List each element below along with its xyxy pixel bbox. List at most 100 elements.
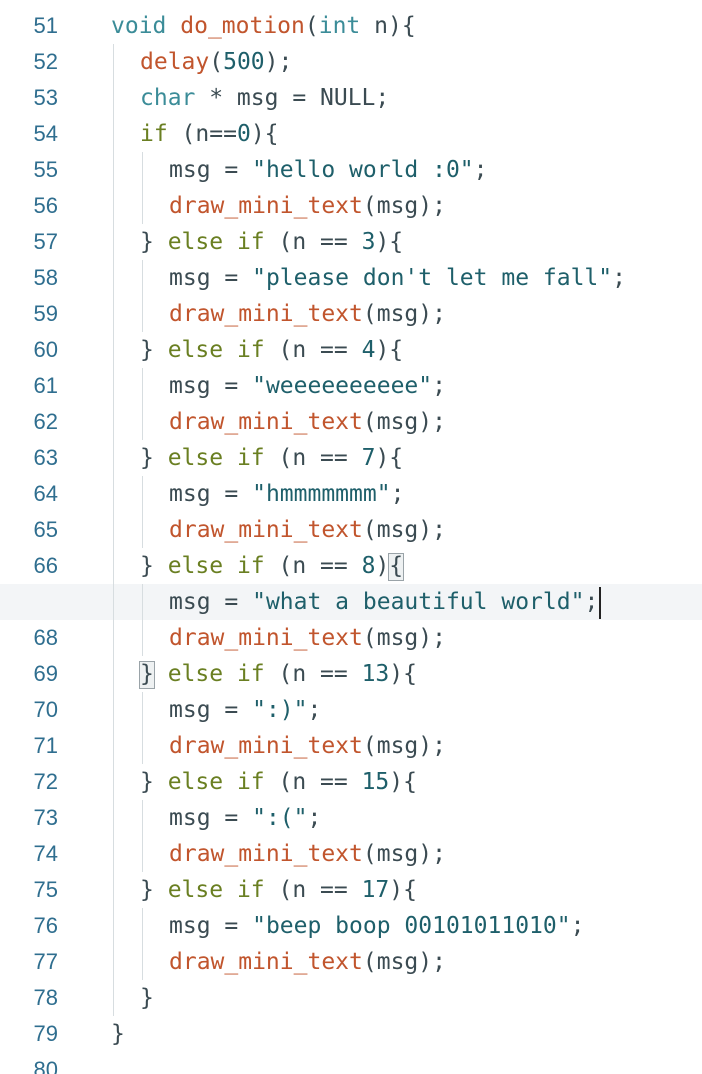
code-line[interactable]: msg = "please don't let me fall"; — [0, 260, 702, 296]
code-line[interactable]: msg = "hmmmmmmm"; — [0, 476, 702, 512]
code-line[interactable]: void do_motion(int n){ — [0, 8, 702, 44]
code-line[interactable]: delay(500); — [0, 44, 702, 80]
code-token: } — [111, 1021, 125, 1047]
code-token: msg = — [169, 697, 253, 723]
code-line-text: } else if (n == 15){ — [140, 764, 417, 800]
code-token: draw_mini_text — [169, 409, 363, 435]
code-token: ){ — [375, 553, 404, 579]
code-line-text: } else if (n == 13){ — [140, 656, 417, 692]
code-token: ){ — [375, 337, 404, 363]
code-token: delay — [140, 49, 210, 75]
code-token: } — [140, 337, 168, 363]
code-line[interactable]: draw_mini_text(msg); — [0, 836, 702, 872]
code-line[interactable]: } else if (n == 13){ — [0, 656, 702, 692]
code-line[interactable]: } else if (n == 15){ — [0, 764, 702, 800]
code-line[interactable]: draw_mini_text(msg); — [0, 728, 702, 764]
code-line[interactable]: } — [0, 1016, 702, 1052]
code-token: else if — [167, 553, 265, 579]
code-token: (n == — [264, 553, 362, 579]
code-line-text: delay(500); — [140, 44, 292, 80]
code-line-text: msg = "weeeeeeeeee"; — [169, 368, 446, 404]
code-line[interactable]: } else if (n == 17){ — [0, 872, 702, 908]
code-line[interactable]: draw_mini_text(msg); — [0, 620, 702, 656]
code-line-text: void do_motion(int n){ — [111, 8, 416, 44]
indent-guide — [142, 152, 143, 224]
code-token: (n== — [167, 121, 237, 147]
code-token: ; — [432, 373, 446, 399]
code-token: draw_mini_text — [169, 841, 363, 867]
code-token: msg = — [169, 373, 253, 399]
code-token: draw_mini_text — [169, 301, 363, 327]
code-token: 8 — [361, 553, 376, 579]
code-token: else if — [167, 877, 265, 903]
code-line[interactable]: char * msg = NULL; — [0, 80, 702, 116]
code-line-text: draw_mini_text(msg); — [169, 296, 446, 332]
code-line[interactable]: msg = "weeeeeeeeee"; — [0, 368, 702, 404]
code-token: } — [140, 445, 168, 471]
code-line[interactable]: draw_mini_text(msg); — [0, 188, 702, 224]
code-token: "hello world :0" — [252, 157, 474, 183]
code-line[interactable] — [0, 1052, 702, 1074]
code-token: ){ — [375, 445, 404, 471]
code-token: draw_mini_text — [169, 517, 363, 543]
code-token: ; — [307, 697, 322, 723]
code-token: (n == — [264, 877, 362, 903]
code-token: 4 — [361, 337, 376, 363]
indent-guide — [113, 44, 114, 1016]
code-token: (msg); — [362, 301, 446, 327]
code-token: else if — [167, 445, 265, 471]
code-line[interactable]: } else if (n == 7){ — [0, 440, 702, 476]
code-line[interactable]: } else if (n == 3){ — [0, 224, 702, 260]
code-line[interactable]: draw_mini_text(msg); — [0, 512, 702, 548]
code-area[interactable]: void do_motion(int n){delay(500); char * … — [0, 0, 702, 1074]
code-line[interactable]: draw_mini_text(msg); — [0, 296, 702, 332]
code-token: (msg); — [362, 517, 446, 543]
code-token: 3 — [361, 229, 376, 255]
code-token: msg = — [169, 157, 253, 183]
code-line[interactable]: msg = ":("; — [0, 800, 702, 836]
indent-guide — [142, 692, 143, 764]
code-line-text: } — [111, 1016, 125, 1052]
code-line[interactable]: draw_mini_text(msg); — [0, 404, 702, 440]
code-token: } — [140, 877, 168, 903]
code-token: else if — [167, 661, 265, 687]
text-cursor — [599, 587, 602, 619]
indent-guide — [142, 800, 143, 872]
code-token: ( — [209, 49, 224, 75]
code-token: ":)" — [252, 697, 308, 723]
code-token: 7 — [361, 445, 376, 471]
code-line-text: draw_mini_text(msg); — [169, 404, 446, 440]
code-token: } — [140, 229, 168, 255]
code-editor[interactable]: 5152535455565758596061626364656667686970… — [0, 0, 702, 1074]
code-token: ; — [473, 157, 488, 183]
code-line[interactable]: msg = "beep boop 00101011010"; — [0, 908, 702, 944]
code-line[interactable]: } else if (n == 8){ — [0, 548, 702, 584]
code-token: ; — [307, 805, 322, 831]
code-line-text: draw_mini_text(msg); — [169, 620, 446, 656]
code-line[interactable]: msg = ":)"; — [0, 692, 702, 728]
code-line[interactable]: msg = "hello world :0"; — [0, 152, 702, 188]
code-line-text: } else if (n == 8){ — [140, 548, 403, 584]
code-line-text: draw_mini_text(msg); — [169, 512, 446, 548]
code-token: } — [140, 553, 168, 579]
code-token: } — [140, 661, 168, 687]
code-token: else if — [167, 769, 265, 795]
code-token: (msg); — [362, 625, 446, 651]
code-line[interactable]: draw_mini_text(msg); — [0, 944, 702, 980]
code-token: msg = — [169, 589, 253, 615]
code-token: 15 — [361, 769, 390, 795]
code-line[interactable]: } else if (n == 4){ — [0, 332, 702, 368]
code-token: draw_mini_text — [169, 733, 363, 759]
current-code-line[interactable]: msg = "what a beautiful world"; — [0, 584, 702, 620]
code-token: draw_mini_text — [169, 193, 363, 219]
code-token: ; — [612, 265, 626, 291]
code-token: 17 — [361, 877, 390, 903]
code-token: "beep boop 00101011010" — [252, 913, 571, 939]
code-token: ){ — [250, 121, 279, 147]
code-line-text: draw_mini_text(msg); — [169, 188, 446, 224]
code-token: ; — [584, 589, 599, 615]
code-token: } — [140, 985, 154, 1011]
code-line[interactable]: } — [0, 980, 702, 1016]
code-line[interactable]: if (n==0){ — [0, 116, 702, 152]
